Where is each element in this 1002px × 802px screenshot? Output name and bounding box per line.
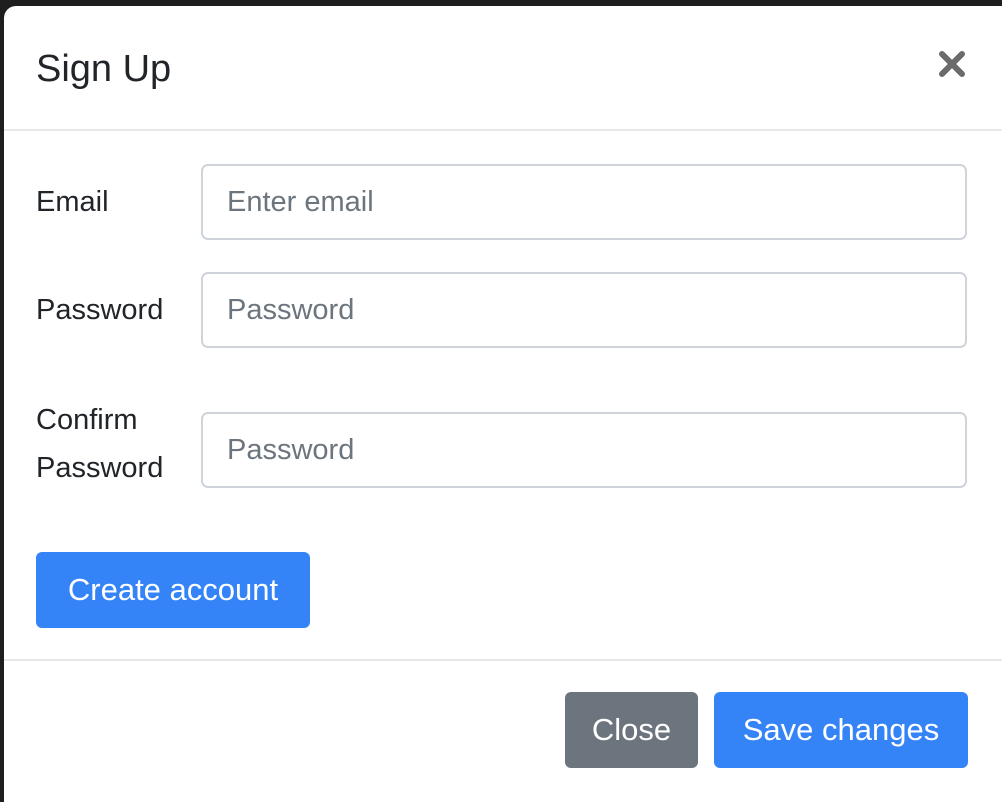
confirm-password-label-line2: Password [36, 452, 164, 484]
confirm-password-field[interactable] [201, 412, 967, 488]
close-button[interactable]: Close [565, 692, 698, 768]
password-label: Password [36, 294, 164, 326]
password-field[interactable] [201, 272, 967, 348]
create-account-button[interactable]: Create account [36, 552, 310, 628]
modal-header: Sign Up [4, 6, 1002, 131]
email-field[interactable] [201, 164, 967, 240]
email-label: Email [36, 186, 109, 218]
confirm-password-label-line1: Confirm [36, 404, 138, 436]
close-icon[interactable] [934, 46, 970, 82]
modal-title: Sign Up [36, 48, 172, 90]
signup-modal: Sign Up Email Password Confirm Password … [4, 6, 1002, 802]
save-changes-button[interactable]: Save changes [714, 692, 968, 768]
